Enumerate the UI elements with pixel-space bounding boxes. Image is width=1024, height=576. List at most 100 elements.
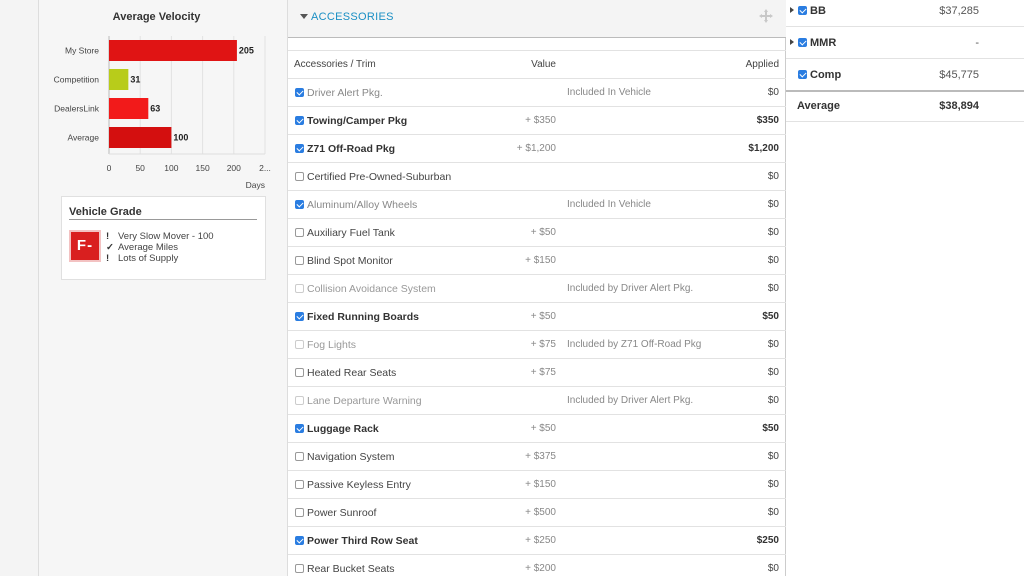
- row-checkbox[interactable]: [295, 284, 304, 293]
- table-row[interactable]: Luggage Rack + $50 $50: [288, 414, 786, 442]
- accessory-applied: $50: [762, 423, 779, 434]
- accessory-name: Z71 Off-Road Pkg: [307, 143, 396, 155]
- table-row[interactable]: Towing/Camper Pkg + $350 $350: [288, 106, 786, 134]
- bb-checkbox[interactable]: [798, 6, 807, 15]
- accessories-section-title[interactable]: ACCESSORIES: [311, 11, 394, 23]
- grade-item: ! Lots of Supply: [106, 253, 178, 264]
- row-checkbox[interactable]: [295, 508, 304, 517]
- row-checkbox[interactable]: [295, 340, 304, 349]
- row-checkbox[interactable]: [295, 536, 304, 545]
- row-checkbox[interactable]: [295, 312, 304, 321]
- expand-arrow-icon[interactable]: [790, 39, 794, 45]
- row-checkbox[interactable]: [295, 368, 304, 377]
- accessory-applied: $0: [767, 451, 779, 462]
- accessory-applied: $0: [767, 563, 779, 574]
- accessory-applied: $350: [756, 115, 779, 126]
- comp-checkbox[interactable]: [798, 70, 807, 79]
- table-row[interactable]: Lane Departure Warning Included by Driver…: [288, 386, 786, 414]
- table-row[interactable]: Power Third Row Seat + $250 $250: [288, 526, 786, 554]
- accessory-name: Power Sunroof: [307, 507, 377, 519]
- valuation-label: Comp: [810, 69, 842, 81]
- valuation-row-bb[interactable]: BB $37,285: [786, 0, 1024, 27]
- row-checkbox[interactable]: [295, 396, 304, 405]
- grade-item: ✓ Average Miles: [106, 242, 178, 253]
- table-row[interactable]: Navigation System + $375 $0: [288, 442, 786, 470]
- expand-arrow-icon[interactable]: [790, 7, 794, 13]
- accessory-name: Collision Avoidance System: [307, 283, 436, 295]
- row-checkbox[interactable]: [295, 256, 304, 265]
- table-row[interactable]: Aluminum/Alloy Wheels Included In Vehicle…: [288, 190, 786, 218]
- accessory-name: Driver Alert Pkg.: [307, 87, 383, 99]
- valuation-amount: $37,285: [939, 5, 979, 17]
- accessory-applied: $0: [767, 199, 779, 210]
- accessory-value: + $75: [530, 339, 556, 350]
- row-checkbox[interactable]: [295, 452, 304, 461]
- table-row[interactable]: Fog Lights + $75 Included by Z71 Off-Road …: [288, 330, 786, 358]
- accessory-applied: $0: [767, 507, 779, 518]
- accessory-value: + $50: [530, 311, 556, 322]
- accessory-name: Fog Lights: [307, 339, 357, 351]
- table-row[interactable]: Heated Rear Seats + $75 $0: [288, 358, 786, 386]
- average-amount: $38,894: [939, 100, 979, 112]
- row-checkbox[interactable]: [295, 116, 304, 125]
- row-checkbox[interactable]: [295, 172, 304, 181]
- accessory-name: Lane Departure Warning: [307, 395, 422, 407]
- row-checkbox[interactable]: [295, 200, 304, 209]
- table-row[interactable]: Auxiliary Fuel Tank + $50 $0: [288, 218, 786, 246]
- tick-label: 100: [164, 163, 178, 173]
- accessory-applied: $250: [756, 535, 779, 546]
- velocity-chart-title: Average Velocity: [112, 11, 201, 23]
- valuation-row-mmr[interactable]: MMR -: [786, 27, 1024, 59]
- exclamation-icon: !: [106, 231, 110, 242]
- table-row[interactable]: Driver Alert Pkg. Included In Vehicle $0: [288, 78, 786, 106]
- table-row[interactable]: Rear Bucket Seats + $200 $0: [288, 554, 786, 576]
- table-row[interactable]: Z71 Off-Road Pkg + $1,200 $1,200: [288, 134, 786, 162]
- table-row[interactable]: Collision Avoidance System Included by Dr…: [288, 274, 786, 302]
- table-row[interactable]: Blind Spot Monitor + $150 $0: [288, 246, 786, 274]
- bar: [109, 127, 172, 148]
- accessory-name: Fixed Running Boards: [307, 311, 420, 323]
- grade-item-text: Lots of Supply: [118, 253, 179, 264]
- valuation-amount: -: [975, 37, 979, 49]
- table-row[interactable]: Certified Pre-Owned-Suburban $0: [288, 162, 786, 190]
- accessory-name: Certified Pre-Owned-Suburban: [307, 171, 452, 183]
- row-checkbox[interactable]: [295, 88, 304, 97]
- table-row[interactable]: Passive Keyless Entry + $150 $0: [288, 470, 786, 498]
- accessory-value: + $150: [525, 479, 556, 490]
- table-row[interactable]: Power Sunroof + $500 $0: [288, 498, 786, 526]
- accessory-applied: $1,200: [748, 143, 779, 154]
- valuation-row-comp[interactable]: Comp $45,775: [786, 59, 1024, 91]
- tick-label: 2...: [259, 163, 271, 173]
- exclamation-icon: !: [106, 253, 110, 264]
- tick-label: 200: [227, 163, 241, 173]
- accessory-applied: $0: [767, 367, 779, 378]
- accessory-value: + $350: [525, 115, 556, 126]
- accessory-value: + $50: [530, 227, 556, 238]
- accessory-applied: $0: [767, 87, 779, 98]
- move-icon[interactable]: [759, 9, 773, 23]
- divider: [69, 219, 257, 220]
- accessory-name: Heated Rear Seats: [307, 367, 397, 379]
- grade-item-text: Average Miles: [118, 242, 179, 253]
- accessory-applied: $0: [767, 227, 779, 238]
- accessories-header[interactable]: ACCESSORIES: [288, 0, 786, 38]
- caret-down-icon[interactable]: [300, 14, 308, 19]
- accessory-name: Blind Spot Monitor: [307, 255, 393, 267]
- accessory-applied: $0: [767, 339, 779, 350]
- x-axis-label: Days: [246, 180, 265, 190]
- velocity-chart: My Store 205 Competition 31 DealersLink 63 Ave…: [54, 36, 271, 190]
- table-row[interactable]: Fixed Running Boards + $50 $50: [288, 302, 786, 330]
- column-header-applied: Applied: [745, 59, 779, 70]
- grade-badge: F-: [69, 230, 101, 262]
- valuation-panel: BB $37,285 MMR - Comp $45,775 Average $3…: [786, 0, 1024, 576]
- row-checkbox[interactable]: [295, 144, 304, 153]
- category-label: Competition: [54, 75, 100, 85]
- valuation-label: BB: [810, 5, 826, 17]
- row-checkbox[interactable]: [295, 564, 304, 573]
- row-checkbox[interactable]: [295, 424, 304, 433]
- accessory-value: + $1,200: [516, 143, 556, 154]
- row-checkbox[interactable]: [295, 480, 304, 489]
- bar: [109, 98, 149, 119]
- row-checkbox[interactable]: [295, 228, 304, 237]
- mmr-checkbox[interactable]: [798, 38, 807, 47]
